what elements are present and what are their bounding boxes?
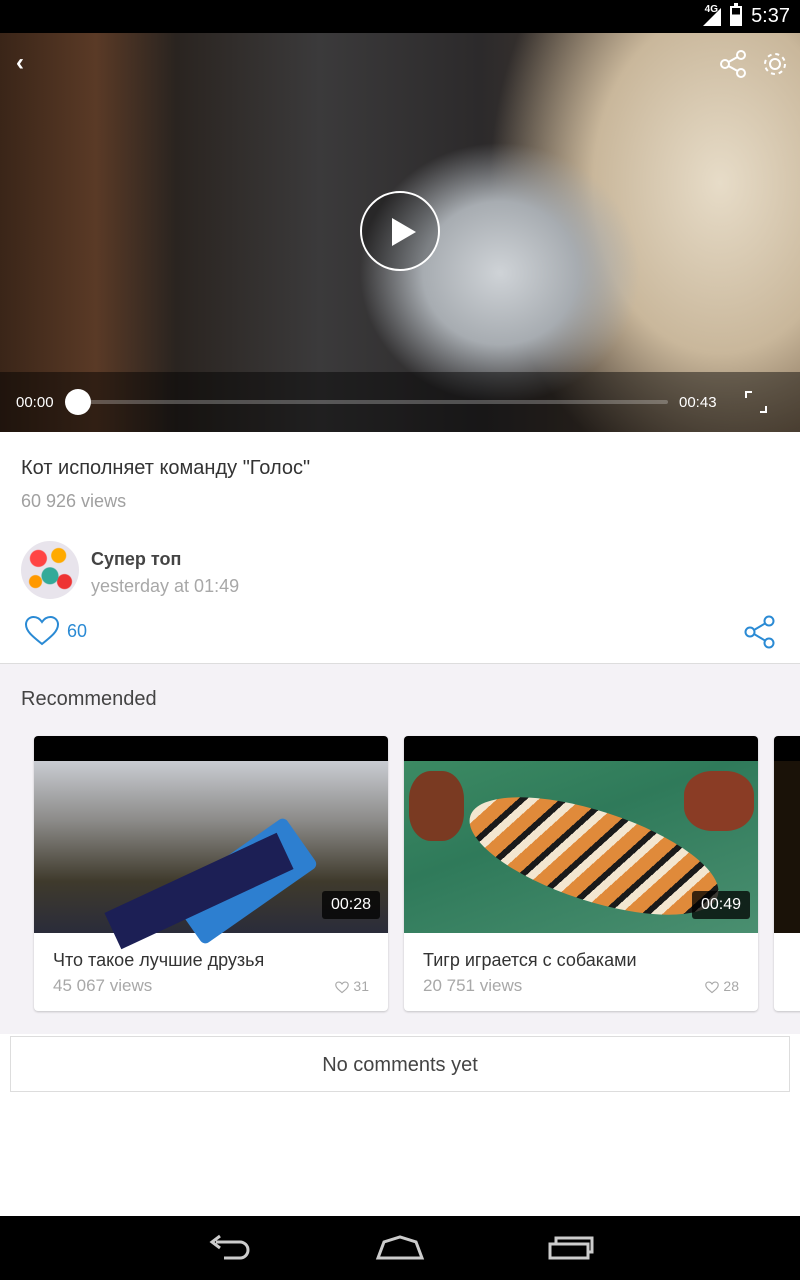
heart-icon [335,981,350,994]
gear-icon[interactable] [760,49,790,79]
status-time: 5:37 [751,5,790,27]
post-time: yesterday at 01:49 [91,576,240,596]
no-comments-text: No comments yet [322,1054,478,1076]
heart-icon[interactable] [24,615,60,647]
duration: 00:43 [679,394,717,411]
comments-section: No comments yet [10,1036,790,1092]
video-card-title: Что такое лучшие друзья [53,950,265,970]
video-card-views: 45 067 views [53,976,153,995]
video-duration: 00:49 [691,891,750,919]
current-time: 00:00 [16,394,54,411]
video-card-views: 20 751 views [423,976,523,995]
video-info: Кот исполняет команду "Голос" 60 926 vie… [0,432,800,664]
status-bar: 4G 5:37 [0,0,800,33]
video-card[interactable]: 00:49 Тигр играется с собаками 20 751 vi… [404,736,758,1011]
video-thumbnail[interactable]: 00:49 [404,736,758,939]
share-icon[interactable] [718,49,748,79]
nav-bar [0,1216,800,1280]
home-nav-icon[interactable] [374,1234,426,1262]
video-thumbnail[interactable]: 00:28 [34,736,388,950]
video-card-partial[interactable] [774,736,800,1011]
signal-icon [703,8,721,26]
avatar[interactable] [21,541,79,599]
video-thumbnail[interactable] [774,736,800,933]
video-card-title: Тигр играется с собаками [423,950,637,970]
fullscreen-icon[interactable] [744,390,768,414]
seek-knob[interactable] [65,389,91,415]
video-title: Кот исполняет команду "Голос" [21,457,311,479]
recents-nav-icon[interactable] [546,1234,596,1262]
video-views: 60 926 views [21,491,127,511]
recommended-section: Recommended 00:28 Что такое лучшие друзь… [0,664,800,1034]
video-duration: 00:28 [321,891,380,919]
recommended-heading: Recommended [21,688,157,710]
seek-track[interactable] [78,400,668,404]
player-controls: 00:00 00:43 [0,372,800,432]
like-count: 31 [353,978,369,994]
video-player[interactable]: ‹ 00:00 00:43 [0,33,800,432]
video-card-likes: 31 [335,978,369,994]
like-count: 60 [67,621,88,641]
video-card-likes: 28 [705,978,739,994]
author-name[interactable]: Супер топ [91,549,181,570]
battery-icon [730,3,742,26]
like-count: 28 [723,978,739,994]
back-icon[interactable]: ‹ [16,49,24,77]
video-card[interactable]: 00:28 Что такое лучшие друзья 45 067 vie… [34,736,388,1011]
play-button[interactable] [360,191,440,271]
back-nav-icon[interactable] [206,1234,254,1262]
share-icon[interactable] [743,615,777,649]
heart-icon [705,981,720,994]
